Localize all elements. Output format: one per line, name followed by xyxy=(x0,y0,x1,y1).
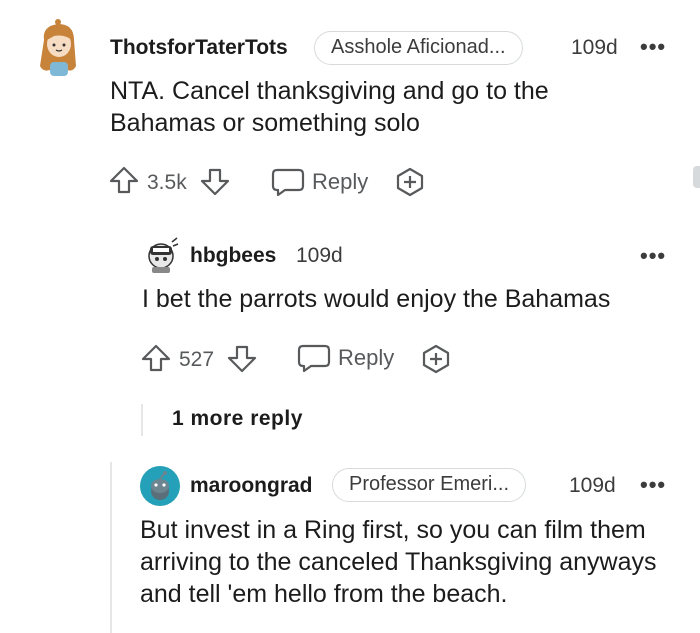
user-flair: Asshole Aficionad... xyxy=(314,31,523,65)
upvote-button[interactable] xyxy=(108,164,140,196)
more-options-icon[interactable]: ••• xyxy=(640,474,666,496)
upvote-icon xyxy=(109,166,139,194)
reply-label: Reply xyxy=(312,169,369,194)
avatar[interactable] xyxy=(140,466,180,506)
scroll-marker xyxy=(693,166,700,188)
upvote-icon xyxy=(141,344,171,372)
more-replies-link[interactable]: 1 more reply xyxy=(172,407,303,431)
comment-time: 109d xyxy=(569,474,616,497)
comment-username[interactable]: maroongrad xyxy=(190,474,313,498)
more-options-icon[interactable]: ••• xyxy=(640,245,666,267)
vote-count: 3.5k xyxy=(147,171,187,194)
comment-body: I bet the parrots would enjoy the Bahama… xyxy=(142,285,611,313)
upvote-button[interactable] xyxy=(140,342,172,374)
comment-icon xyxy=(297,344,331,373)
comment-username[interactable]: ThotsforTaterTots xyxy=(110,36,288,60)
comment-icon xyxy=(271,168,305,197)
avatar[interactable] xyxy=(142,236,180,274)
comment-time: 109d xyxy=(571,36,618,59)
reply-button[interactable]: Reply xyxy=(297,342,394,374)
thread-line[interactable] xyxy=(110,462,112,633)
downvote-button[interactable] xyxy=(226,343,258,375)
comment-body: But invest in a Ring first, so you can f… xyxy=(140,516,657,608)
comment-time: 109d xyxy=(296,244,343,267)
user-flair: Professor Emeri... xyxy=(332,468,527,502)
award-button[interactable] xyxy=(393,166,427,198)
award-button[interactable] xyxy=(419,343,453,375)
comment-username[interactable]: hbgbees xyxy=(190,244,276,268)
thread-line[interactable] xyxy=(141,404,143,436)
downvote-icon xyxy=(200,168,230,196)
comment-body: NTA. Cancel thanksgiving and go to the B… xyxy=(110,77,549,137)
avatar[interactable] xyxy=(36,18,82,80)
downvote-icon xyxy=(227,345,257,373)
award-icon xyxy=(422,344,450,374)
vote-count: 527 xyxy=(179,348,215,371)
more-options-icon[interactable]: ••• xyxy=(640,36,666,58)
downvote-button[interactable] xyxy=(199,166,231,198)
reply-label: Reply xyxy=(338,345,395,370)
award-icon xyxy=(396,167,424,197)
reply-button[interactable]: Reply xyxy=(271,166,368,198)
